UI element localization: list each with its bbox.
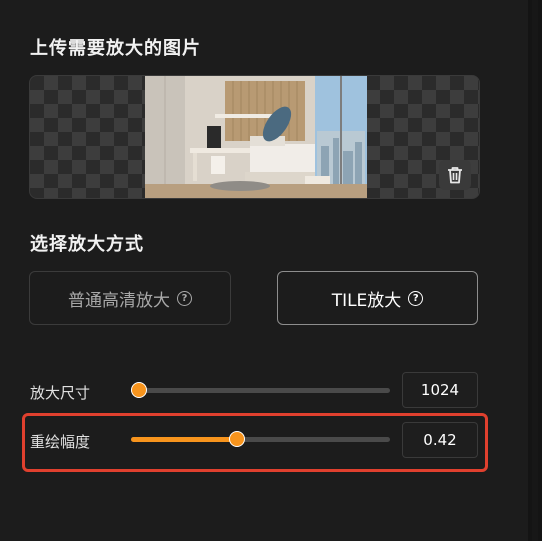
redraw-strength-label: 重绘幅度 (30, 433, 91, 451)
tile-upscale-button[interactable]: TILE放大 ? (277, 271, 478, 325)
normal-hd-upscale-label: 普通高清放大 (68, 290, 170, 311)
upscale-size-slider[interactable] (130, 382, 390, 398)
redraw-strength-slider[interactable] (131, 431, 390, 447)
scrollbar-thumb[interactable] (532, 0, 538, 541)
redraw-strength-slider-fill (131, 437, 238, 442)
trash-icon (448, 167, 462, 184)
method-section-title: 选择放大方式 (30, 234, 144, 255)
image-upload-area[interactable] (29, 75, 480, 199)
uploaded-image-preview (145, 76, 367, 198)
redraw-strength-input[interactable]: 0.42 (402, 422, 478, 458)
normal-hd-upscale-button[interactable]: 普通高清放大 ? (29, 271, 231, 325)
delete-image-button[interactable] (439, 160, 471, 190)
help-icon[interactable]: ? (408, 290, 424, 306)
upscale-size-input[interactable]: 1024 (402, 372, 478, 408)
tile-upscale-label: TILE放大 (331, 290, 402, 311)
help-icon[interactable]: ? (177, 290, 192, 306)
upload-section-title: 上传需要放大的图片 (30, 38, 201, 59)
upscale-size-label: 放大尺寸 (30, 384, 91, 402)
upscale-size-slider-thumb[interactable] (130, 382, 147, 398)
